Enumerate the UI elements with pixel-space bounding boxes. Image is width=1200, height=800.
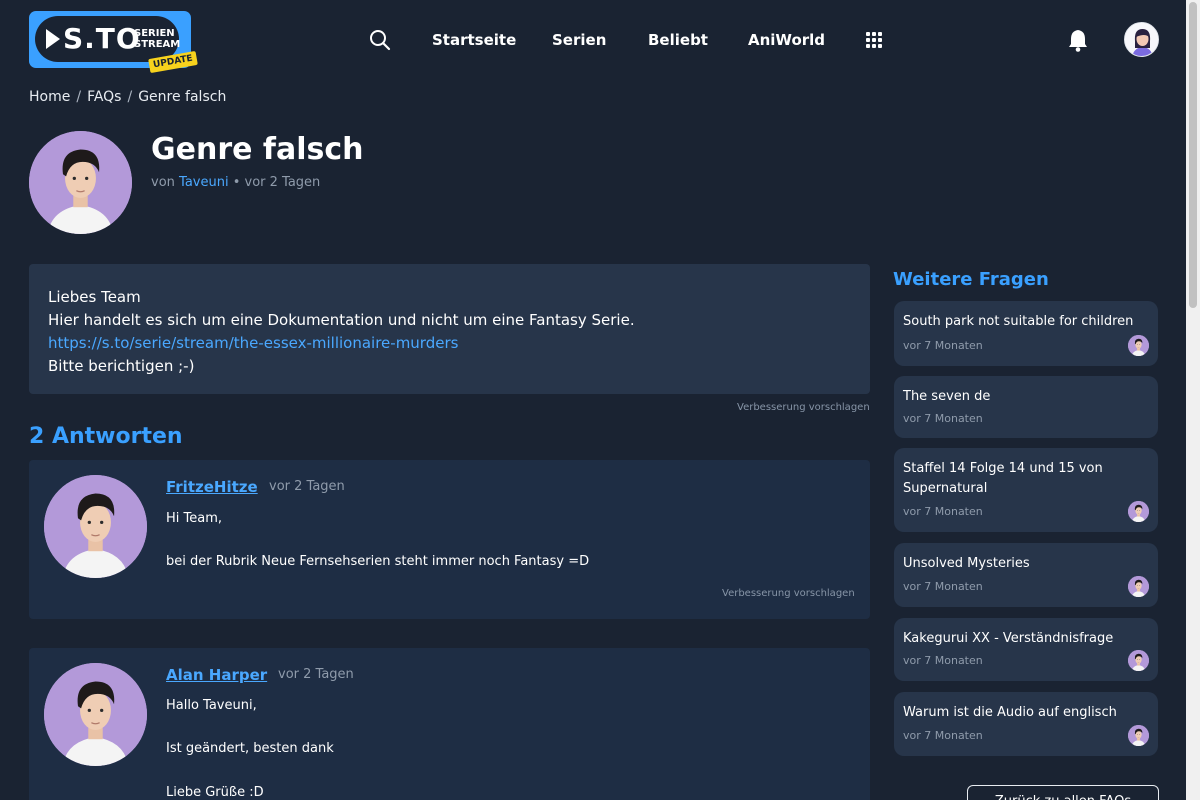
answer-line: Hallo Taveuni,	[166, 698, 257, 713]
related-question-title: Kakegurui XX - Verständnisfrage	[903, 631, 1114, 646]
breadcrumb-faqs[interactable]: FAQs	[87, 89, 121, 105]
related-question-card[interactable]: Staffel 14 Folge 14 und 15 von Supernatu…	[894, 448, 1158, 532]
answers-heading: 2 Antworten	[29, 424, 183, 449]
answer-line: bei der Rubrik Neue Fernsehserien steht …	[166, 554, 590, 569]
related-question-avatar	[1128, 501, 1149, 522]
logo-subtext: SERIEN STREAM	[134, 28, 181, 50]
related-question-time: vor 7 Monaten	[903, 729, 983, 742]
search-icon[interactable]	[369, 29, 391, 51]
nav-aniworld[interactable]: AniWorld	[748, 29, 825, 51]
answer-time: vor 2 Tagen	[269, 479, 345, 494]
related-question-time: vor 7 Monaten	[903, 654, 983, 667]
answer-time: vor 2 Tagen	[278, 667, 354, 682]
breadcrumb-separator: /	[76, 89, 82, 105]
question-body: Liebes Team Hier handelt es sich um eine…	[29, 264, 870, 394]
question-meta: von Taveuni • vor 2 Tagen	[151, 175, 320, 191]
answer-author-avatar	[44, 663, 147, 766]
logo-text: S.TO	[63, 22, 141, 55]
related-question-title: Staffel 14 Folge 14 und 15 von Supernatu…	[903, 461, 1103, 496]
bell-icon[interactable]	[1067, 28, 1089, 52]
answer-line: Ist geändert, besten dank	[166, 741, 334, 756]
related-question-title: Unsolved Mysteries	[903, 556, 1030, 571]
nav-beliebt[interactable]: Beliebt	[648, 29, 708, 51]
sidebar-title: Weitere Fragen	[893, 269, 1049, 290]
site-logo[interactable]: S.TO SERIEN STREAM UPDATE	[29, 11, 198, 74]
related-question-avatar	[1128, 335, 1149, 356]
related-question-time: vor 7 Monaten	[903, 339, 983, 352]
question-author-avatar	[29, 131, 132, 234]
question-line: Liebes Team	[48, 288, 141, 306]
breadcrumb-current: Genre falsch	[138, 89, 227, 105]
related-question-time: vor 7 Monaten	[903, 412, 983, 425]
related-question-card[interactable]: Warum ist die Audio auf englisch vor 7 M…	[894, 692, 1158, 756]
breadcrumb-home[interactable]: Home	[29, 89, 70, 105]
question-line: Bitte berichtigen ;-)	[48, 357, 195, 375]
related-question-avatar	[1128, 725, 1149, 746]
question-author-link[interactable]: Taveuni	[179, 175, 229, 190]
answer-card: FritzeHitze vor 2 Tagen Hi Team, bei der…	[29, 460, 870, 619]
related-question-title: South park not suitable for children	[903, 314, 1134, 329]
related-question-card[interactable]: Kakegurui XX - Verständnisfrage vor 7 Mo…	[894, 618, 1158, 681]
answer-card: Alan Harper vor 2 Tagen Hallo Taveuni, I…	[29, 648, 870, 800]
question-link[interactable]: https://s.to/serie/stream/the-essex-mill…	[48, 334, 458, 352]
play-icon	[46, 29, 60, 49]
answer-author-link[interactable]: Alan Harper	[166, 665, 267, 685]
nav-startseite[interactable]: Startseite	[432, 29, 516, 51]
related-question-avatar	[1128, 650, 1149, 671]
question-line: Hier handelt es sich um eine Dokumentati…	[48, 311, 635, 329]
site-header: S.TO SERIEN STREAM UPDATE Startseite Ser…	[0, 0, 1186, 80]
related-question-card[interactable]: South park not suitable for children vor…	[894, 301, 1158, 366]
grid-icon[interactable]	[866, 32, 883, 49]
question-by-prefix: von	[151, 175, 175, 190]
suggest-improvement-link[interactable]: Verbesserung vorschlagen	[737, 402, 870, 413]
related-question-title: The seven de	[903, 389, 991, 404]
answer-line: Liebe Grüße :D	[166, 785, 264, 800]
logo-inner: S.TO SERIEN STREAM	[35, 16, 181, 62]
suggest-improvement-link[interactable]: Verbesserung vorschlagen	[722, 588, 855, 599]
page-title: Genre falsch	[151, 132, 364, 167]
related-question-time: vor 7 Monaten	[903, 505, 983, 518]
nav-serien[interactable]: Serien	[552, 29, 606, 51]
related-question-title: Warum ist die Audio auf englisch	[903, 705, 1117, 720]
related-question-time: vor 7 Monaten	[903, 580, 983, 593]
answer-line: Hi Team,	[166, 511, 223, 526]
user-avatar[interactable]	[1124, 22, 1159, 57]
related-question-card[interactable]: Unsolved Mysteries vor 7 Monaten	[894, 543, 1158, 607]
question-time: • vor 2 Tagen	[232, 175, 321, 190]
breadcrumb-separator: /	[127, 89, 133, 105]
back-to-faqs-button[interactable]: Zurück zu allen FAQs	[967, 785, 1159, 800]
answer-author-avatar	[44, 475, 147, 578]
related-question-avatar	[1128, 576, 1149, 597]
related-question-card[interactable]: The seven de vor 7 Monaten	[894, 376, 1158, 438]
page-scrollbar[interactable]	[1186, 0, 1200, 800]
breadcrumb: Home / FAQs / Genre falsch	[29, 88, 226, 106]
scrollbar-thumb[interactable]	[1189, 2, 1197, 308]
answer-author-link[interactable]: FritzeHitze	[166, 477, 258, 497]
